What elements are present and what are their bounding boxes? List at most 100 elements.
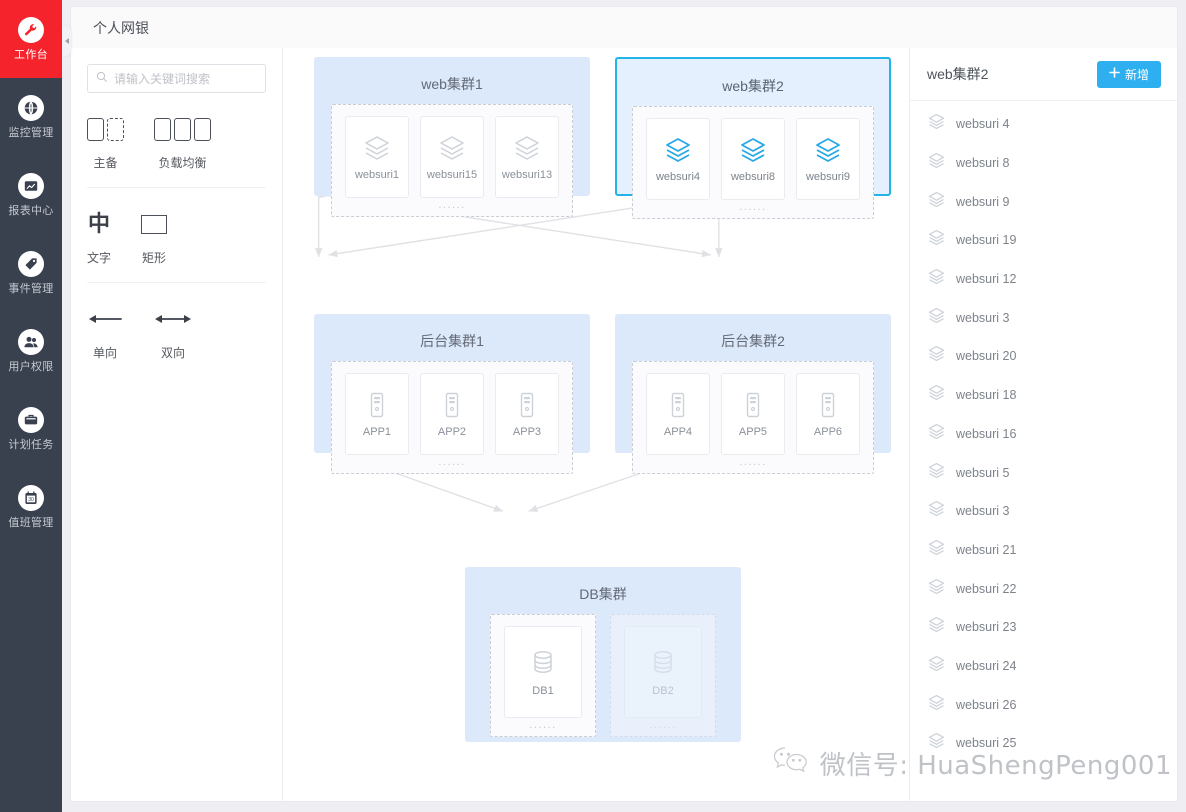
list-item-label: websuri 8 <box>956 156 1010 171</box>
node-app5[interactable]: APP5 <box>721 373 785 455</box>
tool-text[interactable]: 中 文字 <box>87 208 111 266</box>
list-item[interactable]: websuri 24 <box>910 647 1177 686</box>
sidebar-item-permissions[interactable]: 用户权限 <box>0 312 62 390</box>
list-item[interactable]: websuri 26 <box>910 685 1177 724</box>
list-item[interactable]: websuri 3 <box>910 492 1177 531</box>
node-db2[interactable]: DB2 <box>624 626 702 718</box>
node-websuri1[interactable]: websuri1 <box>345 116 409 198</box>
sidebar-collapse-toggle[interactable] <box>62 26 71 56</box>
cluster-node-group: websuri4 websuri8 websuri9 ...... <box>632 106 874 219</box>
cluster-app2[interactable]: 后台集群2 APP4 APP5 APP6 ...... <box>615 314 891 474</box>
list-item[interactable]: websuri 19 <box>910 221 1177 260</box>
tool-two-way-arrow[interactable]: 双向 <box>153 303 193 361</box>
list-item[interactable]: websuri 23 <box>910 608 1177 647</box>
users-icon <box>18 329 44 355</box>
cluster-more-indicator: ...... <box>438 456 466 468</box>
list-item[interactable]: websuri 12 <box>910 260 1177 299</box>
tool-rectangle[interactable]: 矩形 <box>141 208 168 266</box>
list-item[interactable]: websuri 20 <box>910 337 1177 376</box>
cluster-node-group: websuri1 websuri15 websuri13 ...... <box>331 104 573 217</box>
cluster-title: 后台集群1 <box>420 333 484 349</box>
layers-icon <box>927 267 946 291</box>
tool-group-topology: 主备 负载均衡 <box>87 93 266 188</box>
cluster-title: DB集群 <box>579 586 627 602</box>
sidebar-item-monitoring[interactable]: 监控管理 <box>0 78 62 156</box>
layers-icon <box>512 133 542 163</box>
node-app2[interactable]: APP2 <box>420 373 484 455</box>
list-item[interactable]: websuri 18 <box>910 376 1177 415</box>
tool-group-shapes: 中 文字 矩形 <box>87 188 266 283</box>
list-item-label: websuri 25 <box>956 736 1017 751</box>
list-item-label: websuri 3 <box>956 310 1010 325</box>
list-item-label: websuri 19 <box>956 233 1017 248</box>
cluster-title: web集群2 <box>722 78 784 94</box>
svg-text:30: 30 <box>28 497 34 503</box>
list-item[interactable]: websuri 4 <box>910 105 1177 144</box>
sidebar-item-label: 值班管理 <box>8 517 54 529</box>
node-label: websuri13 <box>501 169 553 181</box>
cluster-node-row: APP1 APP2 APP3 <box>345 373 559 455</box>
sidebar-item-label: 工作台 <box>14 49 48 61</box>
topology-canvas[interactable]: web集群1 websuri1 websuri15 websuri13 ....… <box>283 48 909 801</box>
node-websuri8[interactable]: websuri8 <box>721 118 785 200</box>
layers-icon <box>927 112 946 136</box>
panel-header: web集群2 新增 <box>910 48 1177 101</box>
list-item-label: websuri 5 <box>956 465 1010 480</box>
node-websuri4[interactable]: websuri4 <box>646 118 710 200</box>
node-label: APP2 <box>437 426 467 438</box>
node-label: APP6 <box>813 426 843 438</box>
layers-icon <box>927 693 946 717</box>
list-item[interactable]: websuri 21 <box>910 531 1177 570</box>
node-label: APP1 <box>362 426 392 438</box>
active-standby-icon <box>87 113 124 145</box>
sidebar-item-workbench[interactable]: 工作台 <box>0 0 62 78</box>
sidebar-item-label: 报表中心 <box>8 205 54 217</box>
node-app3[interactable]: APP3 <box>495 373 559 455</box>
cluster-web2[interactable]: web集群2 websuri4 websuri8 websuri9 ...... <box>615 57 891 219</box>
node-label: DB2 <box>652 685 674 697</box>
cluster-db[interactable]: DB集群 DB1 ...... DB2 ...... <box>465 567 741 742</box>
list-item[interactable]: websuri 8 <box>910 144 1177 183</box>
list-item[interactable]: websuri 16 <box>910 415 1177 454</box>
node-app6[interactable]: APP6 <box>796 373 860 455</box>
node-websuri9[interactable]: websuri9 <box>796 118 860 200</box>
node-list[interactable]: websuri 4 websuri 8 websuri 9 websuri 19… <box>910 101 1177 801</box>
node-app1[interactable]: APP1 <box>345 373 409 455</box>
list-item-label: websuri 22 <box>956 581 1017 596</box>
layers-icon <box>738 135 768 165</box>
tool-active-standby[interactable]: 主备 <box>87 113 124 171</box>
node-label: DB1 <box>532 685 554 697</box>
list-item[interactable]: websuri 9 <box>910 182 1177 221</box>
node-db1[interactable]: DB1 <box>504 626 582 718</box>
add-node-button[interactable]: 新增 <box>1096 60 1161 88</box>
node-websuri13[interactable]: websuri13 <box>495 116 559 198</box>
list-item[interactable]: websuri 25 <box>910 724 1177 763</box>
layers-icon <box>813 135 843 165</box>
list-item-label: websuri 16 <box>956 426 1017 441</box>
list-item[interactable]: websuri 22 <box>910 569 1177 608</box>
db-primary-group: DB1 ...... <box>490 614 596 737</box>
tool-one-way-arrow[interactable]: 单向 <box>87 303 123 361</box>
node-label: APP3 <box>512 426 542 438</box>
layers-icon <box>437 133 467 163</box>
node-websuri15[interactable]: websuri15 <box>420 116 484 198</box>
sidebar-item-events[interactable]: 事件管理 <box>0 234 62 312</box>
search-box[interactable] <box>87 64 266 93</box>
tool-load-balance[interactable]: 负载均衡 <box>154 113 211 171</box>
sidebar-item-reports[interactable]: 报表中心 <box>0 156 62 234</box>
panel-title: web集群2 <box>927 66 989 82</box>
node-label: APP5 <box>738 426 768 438</box>
layers-icon <box>927 306 946 330</box>
cluster-app1[interactable]: 后台集群1 APP1 APP2 APP3 ...... <box>314 314 590 474</box>
list-item[interactable]: websuri 5 <box>910 453 1177 492</box>
layers-icon <box>927 577 946 601</box>
sidebar-item-scheduled-tasks[interactable]: 计划任务 <box>0 390 62 468</box>
cluster-web1[interactable]: web集群1 websuri1 websuri15 websuri13 ....… <box>314 57 590 217</box>
list-item[interactable]: websuri 3 <box>910 298 1177 337</box>
node-app4[interactable]: APP4 <box>646 373 710 455</box>
layers-icon <box>927 461 946 485</box>
server-icon <box>512 390 542 420</box>
sidebar-item-duty-management[interactable]: 30 值班管理 <box>0 468 62 546</box>
database-icon <box>647 647 679 679</box>
search-input[interactable] <box>114 71 257 86</box>
